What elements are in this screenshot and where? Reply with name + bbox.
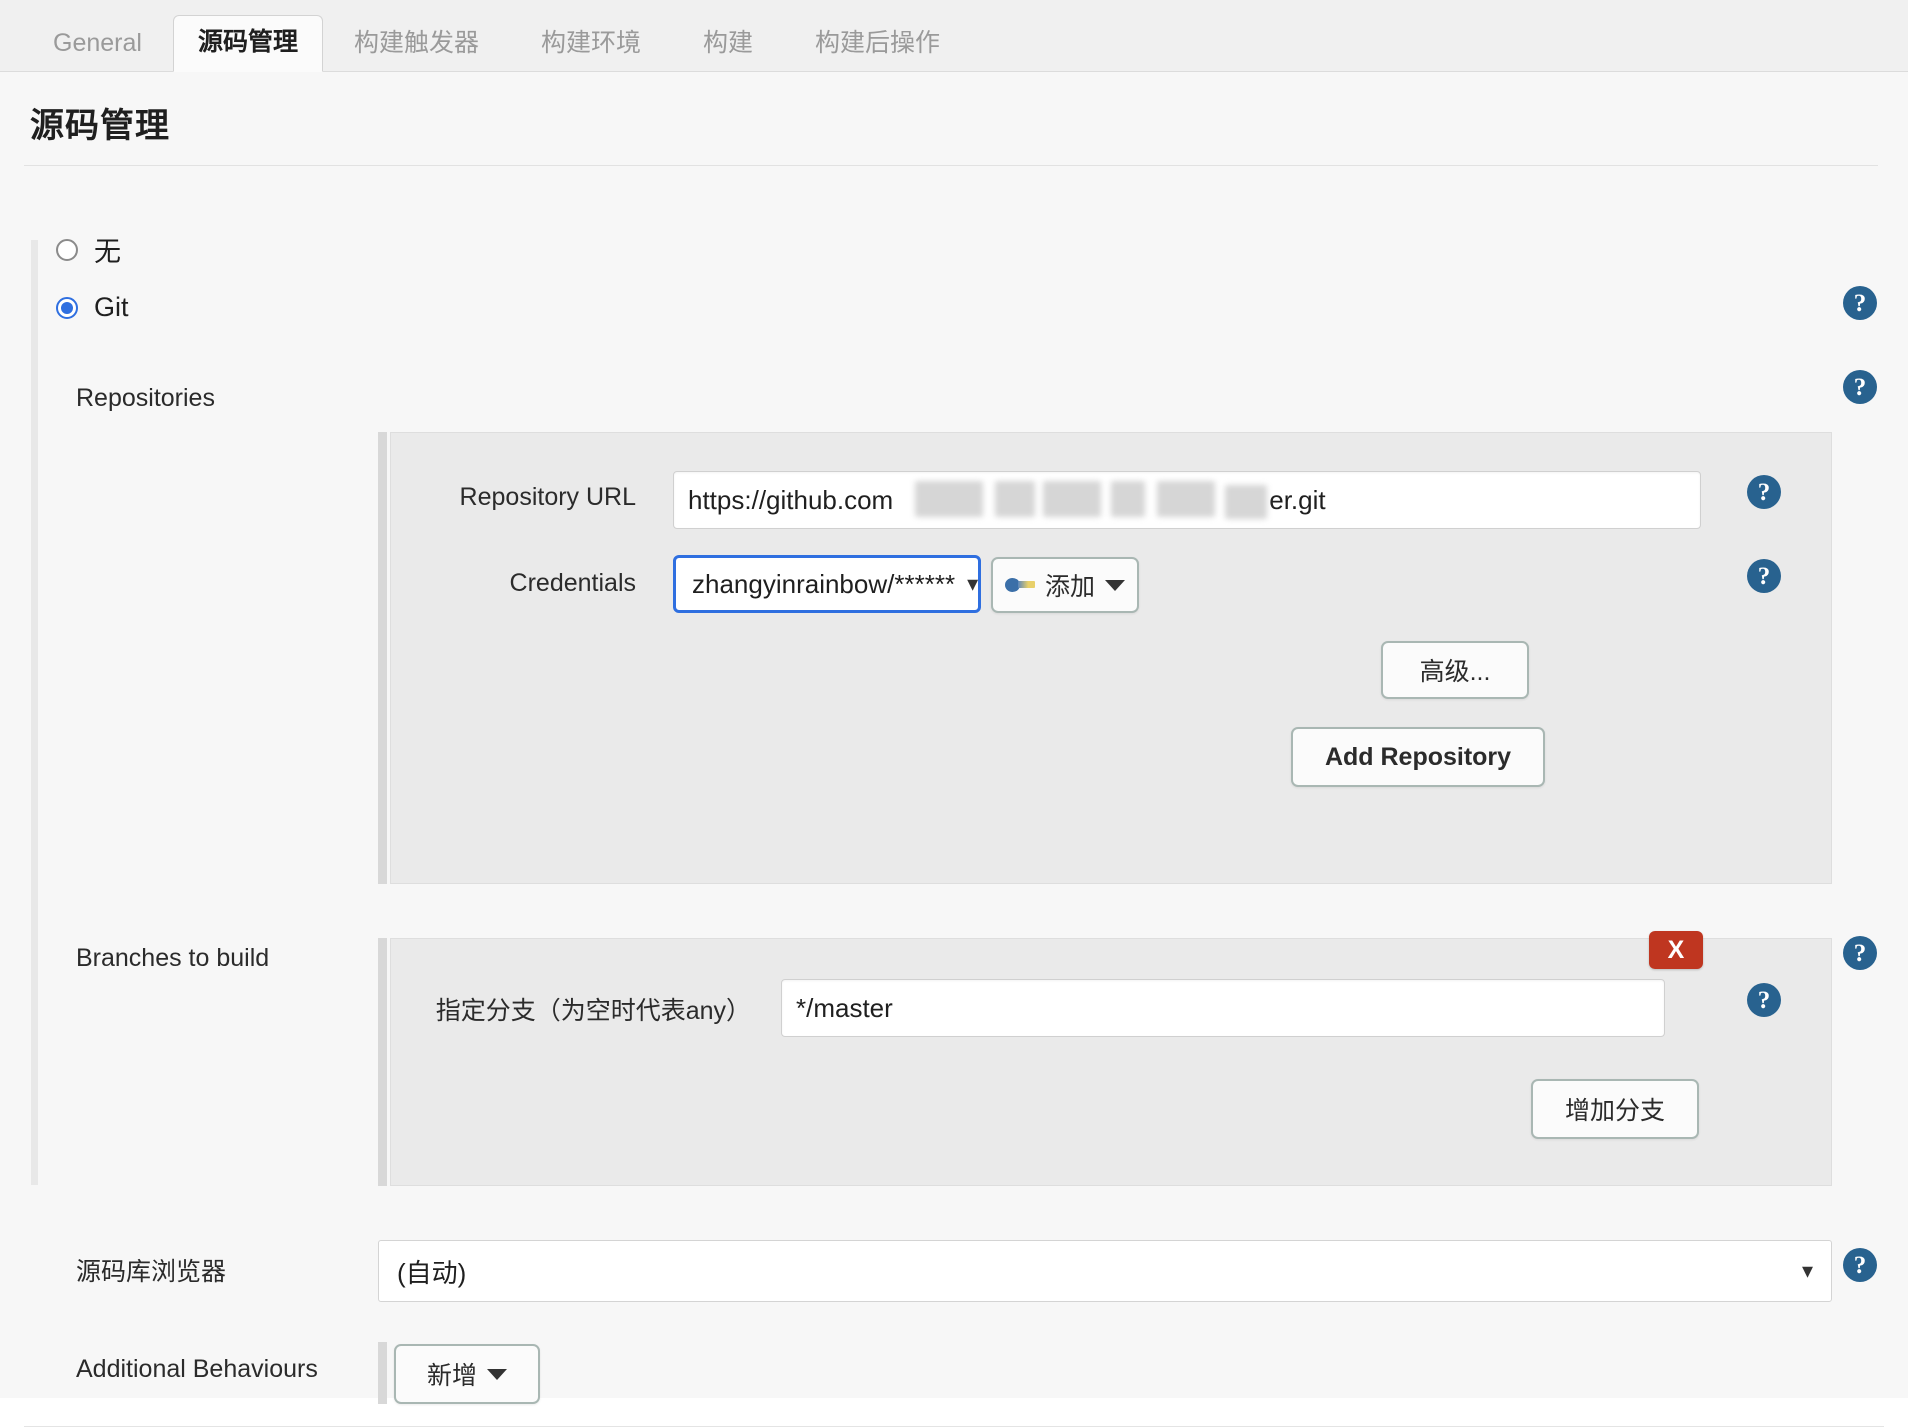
- redaction-block-4: [1111, 481, 1145, 517]
- help-icon-credentials[interactable]: ?: [1747, 559, 1781, 593]
- add-branch-label: 增加分支: [1564, 1097, 1665, 1125]
- add-behaviour-button[interactable]: 新增: [394, 1344, 540, 1404]
- tab-general[interactable]: General: [22, 16, 173, 72]
- repo-browser-value: (自动): [397, 1257, 467, 1288]
- branches-panel: 指定分支（为空时代表any） */master X ? 增加分支: [390, 931, 1832, 1186]
- branches-section-label: Branches to build: [76, 944, 270, 972]
- tab-build-environment[interactable]: 构建环境: [510, 16, 672, 72]
- tab-build-triggers[interactable]: 构建触发器: [323, 16, 510, 72]
- page-title: 源码管理: [30, 107, 170, 145]
- credentials-selected-value: zhangyinrainbow/******: [692, 568, 956, 599]
- repo-browser-select[interactable]: (自动) ▾: [378, 1240, 1832, 1302]
- caret-down-icon: [487, 1368, 507, 1380]
- delete-branch-button[interactable]: X: [1649, 931, 1703, 969]
- tab-build[interactable]: 构建: [672, 16, 784, 72]
- scm-option-none[interactable]: 无: [56, 230, 121, 269]
- form-left-rail: [31, 240, 38, 1185]
- branch-spec-label: 指定分支（为空时代表any）: [435, 997, 751, 1025]
- repositories-panel: Repository URL https://github.com er.git …: [390, 432, 1832, 884]
- help-icon-branches[interactable]: ?: [1843, 936, 1877, 970]
- repo-browser-section-label: 源码库浏览器: [76, 1258, 227, 1286]
- add-credentials-button[interactable]: 添加: [991, 557, 1139, 613]
- redaction-block-1: [915, 481, 983, 517]
- redaction-block-3: [1043, 481, 1101, 517]
- help-icon-branch-spec[interactable]: ?: [1747, 983, 1781, 1017]
- chevron-down-icon: ▾: [1801, 1258, 1813, 1283]
- additional-behaviours-handle[interactable]: [378, 1342, 387, 1404]
- caret-down-icon: [1105, 579, 1125, 591]
- radio-git[interactable]: [56, 296, 78, 319]
- advanced-label: 高级...: [1419, 658, 1491, 686]
- credentials-select[interactable]: zhangyinrainbow/****** ▾: [673, 555, 981, 613]
- repository-url-label: Repository URL: [459, 483, 636, 511]
- add-credentials-label: 添加: [1044, 573, 1095, 601]
- chevron-down-icon: ▾: [967, 571, 979, 596]
- help-icon-repositories[interactable]: ?: [1843, 370, 1877, 404]
- additional-behaviours-section-label: Additional Behaviours: [76, 1355, 318, 1383]
- title-divider: [24, 165, 1878, 166]
- redaction-block-6: [1225, 485, 1267, 519]
- add-repository-button[interactable]: Add Repository: [1291, 727, 1545, 787]
- add-repository-label: Add Repository: [1324, 742, 1512, 771]
- branch-spec-input[interactable]: */master: [781, 979, 1665, 1037]
- help-icon-git[interactable]: ?: [1843, 286, 1877, 320]
- redaction-block-5: [1157, 481, 1215, 517]
- advanced-button[interactable]: 高级...: [1381, 641, 1529, 699]
- repositories-section-label: Repositories: [76, 384, 215, 412]
- add-behaviour-label: 新增: [426, 1362, 477, 1390]
- credentials-label: Credentials: [509, 569, 636, 597]
- repositories-panel-handle[interactable]: [378, 432, 387, 884]
- branches-panel-handle[interactable]: [378, 938, 387, 1186]
- tab-post-build-actions[interactable]: 构建后操作: [784, 16, 971, 72]
- branch-spec-value: */master: [796, 992, 893, 1023]
- scm-option-git-label: Git: [94, 292, 129, 322]
- repository-url-value: https://github.com: [688, 484, 894, 515]
- scm-option-git[interactable]: Git: [56, 292, 129, 323]
- tab-source-code-management[interactable]: 源码管理: [172, 15, 323, 72]
- repository-url-value-tail: er.git: [1269, 484, 1326, 515]
- config-tab-bar: General 源码管理 构建触发器 构建环境 构建 构建后操作: [0, 0, 1908, 72]
- radio-none[interactable]: [56, 238, 78, 261]
- redaction-block-2: [995, 481, 1035, 517]
- key-icon: [1004, 576, 1035, 594]
- help-icon-repository-url[interactable]: ?: [1747, 475, 1781, 509]
- add-branch-button[interactable]: 增加分支: [1531, 1079, 1699, 1139]
- scm-option-none-label: 无: [94, 237, 121, 267]
- help-icon-repo-browser[interactable]: ?: [1843, 1248, 1877, 1282]
- scm-config-page: 源码管理 无 Git ? Repositories ? Repository U…: [0, 72, 1908, 1427]
